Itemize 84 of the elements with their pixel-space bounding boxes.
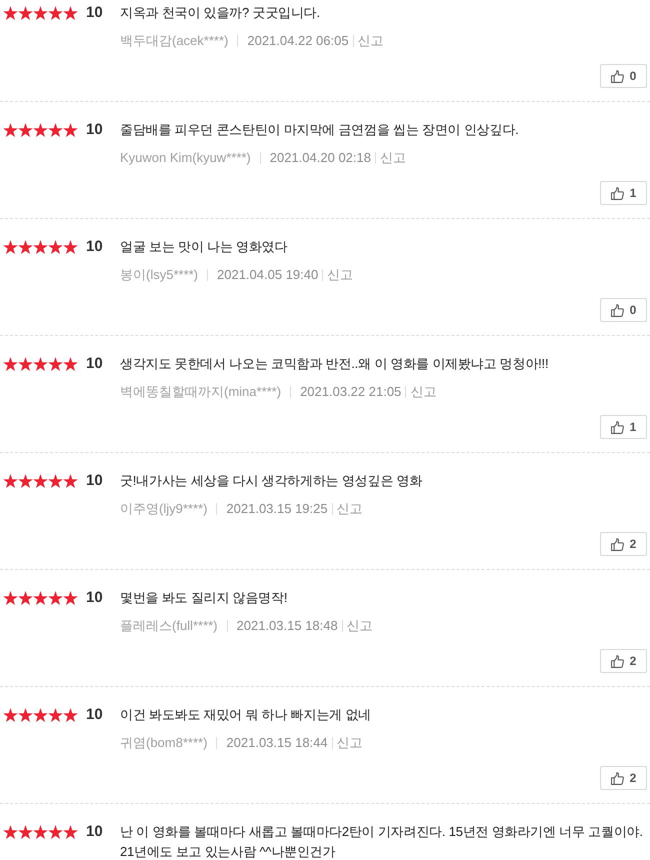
star-icon (3, 591, 18, 605)
star-icon (3, 357, 18, 371)
star-icon (33, 357, 48, 371)
thumbs-up-icon (610, 70, 624, 82)
star-icon (48, 708, 63, 722)
star-icon (18, 825, 33, 839)
review-date: 2021.04.20 02:18 (270, 149, 371, 167)
like-button[interactable]: 1 (600, 181, 647, 205)
star-icon (33, 591, 48, 605)
thumbs-up-icon (610, 772, 624, 784)
star-icon (63, 825, 78, 839)
star-icon (63, 708, 78, 722)
star-icon (18, 123, 33, 137)
star-icon (18, 708, 33, 722)
star-icon (48, 474, 63, 488)
score: 10 (86, 822, 103, 842)
star-icon (48, 123, 63, 137)
star-icon (18, 6, 33, 20)
score: 10 (86, 705, 103, 725)
review-date: 2021.04.22 06:05 (247, 32, 349, 50)
like-button[interactable]: 0 (600, 64, 647, 88)
score: 10 (86, 354, 103, 374)
star-icon (48, 240, 63, 254)
review-date: 2021.03.15 18:44 (226, 734, 328, 752)
star-icon (63, 591, 78, 605)
review-date: 2021.03.15 18:48 (236, 617, 338, 635)
like-button[interactable]: 0 (600, 298, 647, 322)
star-icon (48, 825, 63, 839)
review-date: 2021.03.15 19:25 (226, 500, 328, 518)
author-name: 백두대감(acek****) (120, 32, 228, 50)
star-icon (33, 123, 48, 137)
review-text: 굿!내가사는 세상을 다시 생각하게하는 영성깊은 영화 (120, 472, 424, 490)
review-text: 줄담배를 피우던 콘스탄틴이 마지막에 금연껌을 씹는 장면이 인상깊다. (120, 121, 520, 139)
review-text: 지옥과 천국이 있을까? 굿굿입니다. (120, 4, 321, 22)
star-icon (33, 6, 48, 20)
star-icon (3, 708, 18, 722)
review-text: 이건 봐도봐도 재밌어 뭐 하나 빠지는게 없네 (120, 706, 372, 724)
review-text: 몇번을 봐도 질리지 않음명작! (120, 589, 288, 607)
score: 10 (86, 237, 103, 257)
star-icon (63, 123, 78, 137)
thumbs-up-icon (610, 186, 624, 200)
author-name: 플레레스(full****) (120, 617, 218, 635)
star-icon (3, 474, 18, 488)
star-icon (63, 6, 78, 20)
like-button[interactable]: 2 (600, 649, 647, 673)
score: 10 (86, 120, 103, 140)
star-icon (18, 357, 33, 371)
score: 10 (86, 471, 103, 491)
star-icon (48, 591, 63, 605)
star-icon (48, 6, 63, 20)
star-icon (18, 240, 33, 254)
review-date: 2021.04.05 19:40 (217, 266, 318, 284)
review-text: 난 이 영화를 볼때마다 새롭고 볼때마다2탄이 기자려진다. 15년전 영화라기엔 너무 고퀄이야. 21년에도 보고 있는사람 ^^나뿐인건가 (120, 823, 644, 860)
thumbs-up-icon (610, 654, 624, 668)
author-name: 봉이(lsy5****) (120, 266, 198, 284)
star-icon (18, 474, 33, 488)
star-icon (3, 6, 18, 20)
like-button[interactable]: 1 (600, 415, 647, 439)
review-text: 생각지도 못한데서 나오는 코믹함과 반전..왜 이 영화를 이제봤냐고 멍청아!!! (120, 355, 550, 373)
star-icon (33, 240, 48, 254)
author-name: 벽에똥칠할때까지(mina****) (120, 383, 282, 401)
thumbs-up-icon (610, 538, 624, 550)
thumbs-up-icon (610, 304, 624, 316)
review-date: 2021.03.22 21:05 (300, 383, 402, 401)
star-icon (3, 240, 18, 254)
star-icon (3, 123, 18, 137)
star-icon (33, 825, 48, 839)
star-icon (33, 474, 48, 488)
star-icon (63, 474, 78, 488)
author-name: Kyuwon Kim(kyuw****) (120, 149, 251, 167)
star-icon (63, 357, 78, 371)
score: 10 (86, 588, 103, 608)
score: 10 (86, 3, 103, 23)
star-icon (33, 708, 48, 722)
star-icon (3, 825, 18, 839)
review-text: 얼굴 보는 맛이 나는 영화였다 (120, 238, 288, 256)
author-name: 귀염(bom8****) (120, 734, 208, 752)
star-icon (63, 240, 78, 254)
star-icon (48, 357, 63, 371)
like-button[interactable]: 2 (600, 766, 647, 790)
author-name: 이주영(ljy9****) (120, 500, 208, 518)
like-button[interactable]: 2 (600, 532, 647, 556)
star-icon (18, 591, 33, 605)
thumbs-up-icon (610, 420, 624, 434)
